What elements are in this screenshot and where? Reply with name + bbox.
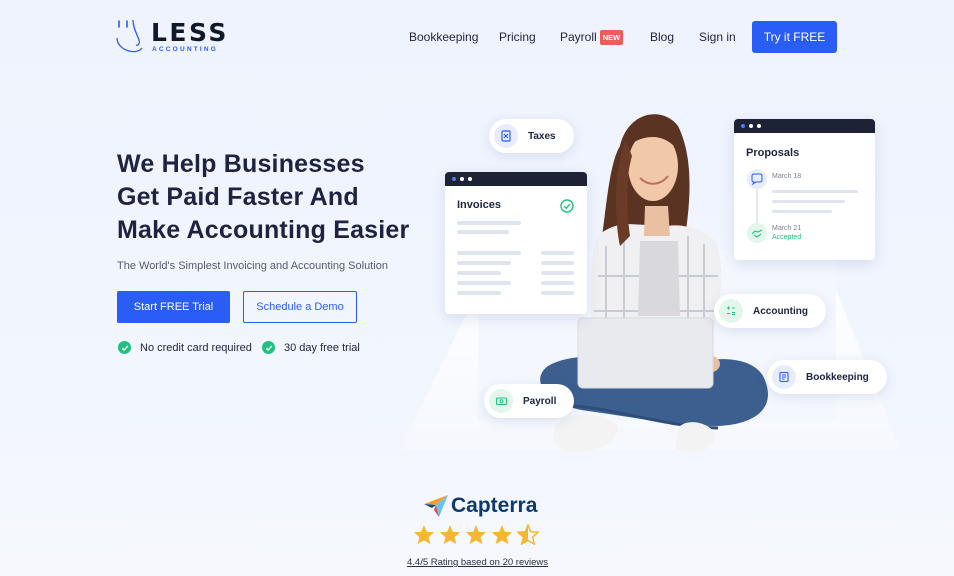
hero-subtitle: The World's Simplest Invoicing and Accou… [117, 260, 388, 272]
nav-blog[interactable]: Blog [650, 30, 674, 44]
calculator-icon [719, 299, 743, 323]
payroll-label: Payroll [523, 395, 557, 407]
check-label: No credit card required [140, 341, 252, 354]
rating-link[interactable]: 4.4/5 Rating based on 20 reviews [407, 557, 548, 568]
payroll-pill: Payroll [484, 384, 575, 418]
accounting-pill: Accounting [714, 294, 826, 328]
headline-line-1: We Help Businesses [117, 150, 365, 178]
proposal-status: Accepted [772, 234, 802, 241]
headline-line-2: Get Paid Faster And [117, 183, 359, 211]
bookkeeping-label: Bookkeeping [806, 371, 869, 383]
taxes-label: Taxes [528, 130, 556, 142]
star-rating [413, 524, 539, 545]
window-bar [734, 119, 875, 133]
invoices-card: Invoices [445, 172, 587, 314]
start-free-trial-button[interactable]: Start FREE Trial [117, 291, 230, 323]
capterra-wordmark: Capterra [451, 494, 538, 517]
receipt-icon [494, 124, 518, 148]
check-icon [118, 341, 131, 354]
proposals-title: Proposals [746, 147, 800, 159]
bookkeeping-pill: Bookkeeping [767, 360, 887, 394]
star-icon [491, 524, 513, 545]
nav-payroll[interactable]: Payroll NEW [560, 30, 624, 45]
star-icon [439, 524, 461, 545]
logo-face-icon [116, 19, 143, 53]
check-circle-icon [560, 199, 574, 213]
capterra-arrow-icon [424, 495, 448, 517]
proposal-date-1: March 18 [772, 173, 802, 180]
nav-bookkeeping[interactable]: Bookkeeping [409, 30, 478, 44]
try-free-button[interactable]: Try it FREE [752, 21, 837, 53]
nav-signin[interactable]: Sign in [699, 30, 736, 44]
proposal-date-2: March 21 [772, 225, 802, 232]
headline-line-3: Make Accounting Easier [117, 216, 410, 244]
nav-payroll-label: Payroll [560, 30, 597, 44]
half-star-icon [517, 524, 539, 545]
taxes-pill: Taxes [489, 119, 574, 153]
new-badge: NEW [599, 30, 624, 45]
check-label: 30 day free trial [284, 341, 360, 354]
invoices-title: Invoices [457, 199, 502, 211]
proposals-card: Proposals March 18 March 21 Accepted [734, 119, 875, 260]
logo-wordmark: LESS [151, 18, 229, 47]
nav-pricing[interactable]: Pricing [499, 30, 536, 44]
schedule-demo-button[interactable]: Schedule a Demo [243, 291, 357, 323]
star-icon [413, 524, 435, 545]
logo[interactable]: LESS ACCOUNTING [116, 18, 228, 56]
window-bar [445, 172, 587, 186]
money-icon [489, 389, 513, 413]
chat-bubble-icon [747, 169, 767, 189]
accounting-label: Accounting [753, 305, 808, 317]
hero-headline: We Help Businesses Get Paid Faster And M… [117, 148, 409, 247]
handshake-icon [747, 223, 767, 243]
check-icon [262, 341, 275, 354]
capterra-logo[interactable]: Capterra [424, 494, 537, 518]
logo-subtitle: ACCOUNTING [152, 46, 219, 53]
ledger-icon [772, 365, 796, 389]
check-item-no-card: No credit card required [118, 341, 252, 354]
star-icon [465, 524, 487, 545]
check-item-trial: 30 day free trial [262, 341, 360, 354]
